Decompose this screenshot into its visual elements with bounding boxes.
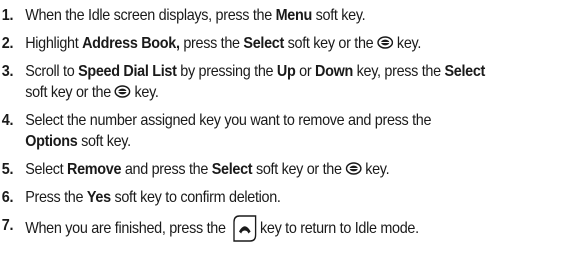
ok-key-icon (377, 36, 394, 50)
step-3: 3. Scroll to Speed Dial List by pressing … (0, 61, 585, 103)
step-text: by pressing the (176, 63, 277, 80)
bold-term: Select (243, 35, 284, 52)
step-5: 5. Select Remove and press the Select sof… (0, 159, 585, 180)
step-text: key. (130, 84, 159, 101)
step-text: and press the (121, 161, 212, 178)
step-2: 2. Highlight Address Book, press the Sele… (0, 33, 585, 54)
step-text: or (295, 63, 316, 80)
bold-term: Up (276, 63, 296, 80)
step-text: Select (25, 161, 68, 178)
bold-term: Down (315, 63, 353, 80)
step-number: 5. (1, 161, 14, 178)
bold-term: Address Book, (82, 35, 180, 52)
step-text: key, press the (352, 63, 445, 80)
step-number: 2. (1, 35, 14, 52)
step-text: soft key or the (25, 84, 115, 101)
bold-term: Speed Dial List (78, 63, 177, 80)
bold-term: Options (25, 133, 78, 150)
step-text: Press the (25, 189, 87, 206)
bold-term: Select (444, 63, 486, 80)
step-text: soft key. (311, 7, 366, 24)
step-4: 4. Select the number assigned key you wan… (0, 110, 585, 152)
step-text: When the Idle screen displays, press the (25, 7, 276, 24)
step-text: Scroll to (25, 63, 79, 80)
bold-term: Remove (67, 161, 122, 178)
step-text: key. (393, 35, 422, 52)
step-number: 4. (1, 112, 14, 129)
step-number: 3. (1, 63, 14, 80)
step-text: soft key to confirm deletion. (110, 189, 281, 206)
end-key-icon (229, 214, 257, 242)
ok-key-icon (345, 162, 362, 176)
step-text: press the (179, 35, 244, 52)
step-text: Select the number assigned key you want … (25, 112, 432, 129)
step-number: 7. (1, 217, 14, 234)
bold-term: Select (211, 161, 253, 178)
step-number: 6. (1, 189, 14, 206)
step-text: soft key or the (252, 161, 346, 178)
step-7: 7. When you are finished, press the key t… (0, 215, 585, 243)
step-number: 1. (1, 7, 14, 24)
step-text: key to return to Idle mode. (256, 220, 419, 238)
bold-term: Menu (275, 7, 313, 24)
step-text: soft key. (77, 133, 131, 150)
ok-key-icon (114, 85, 131, 99)
step-6: 6. Press the Yes soft key to confirm dele… (0, 187, 585, 208)
step-text: When you are finished, press the (25, 220, 230, 238)
bold-term: Yes (86, 189, 111, 206)
step-text: Highlight (25, 35, 83, 52)
step-text: key. (361, 161, 390, 178)
step-text: soft key or the (283, 35, 378, 52)
instruction-steps: 1. When the Idle screen displays, press t… (0, 0, 587, 243)
step-1: 1. When the Idle screen displays, press t… (0, 5, 585, 26)
